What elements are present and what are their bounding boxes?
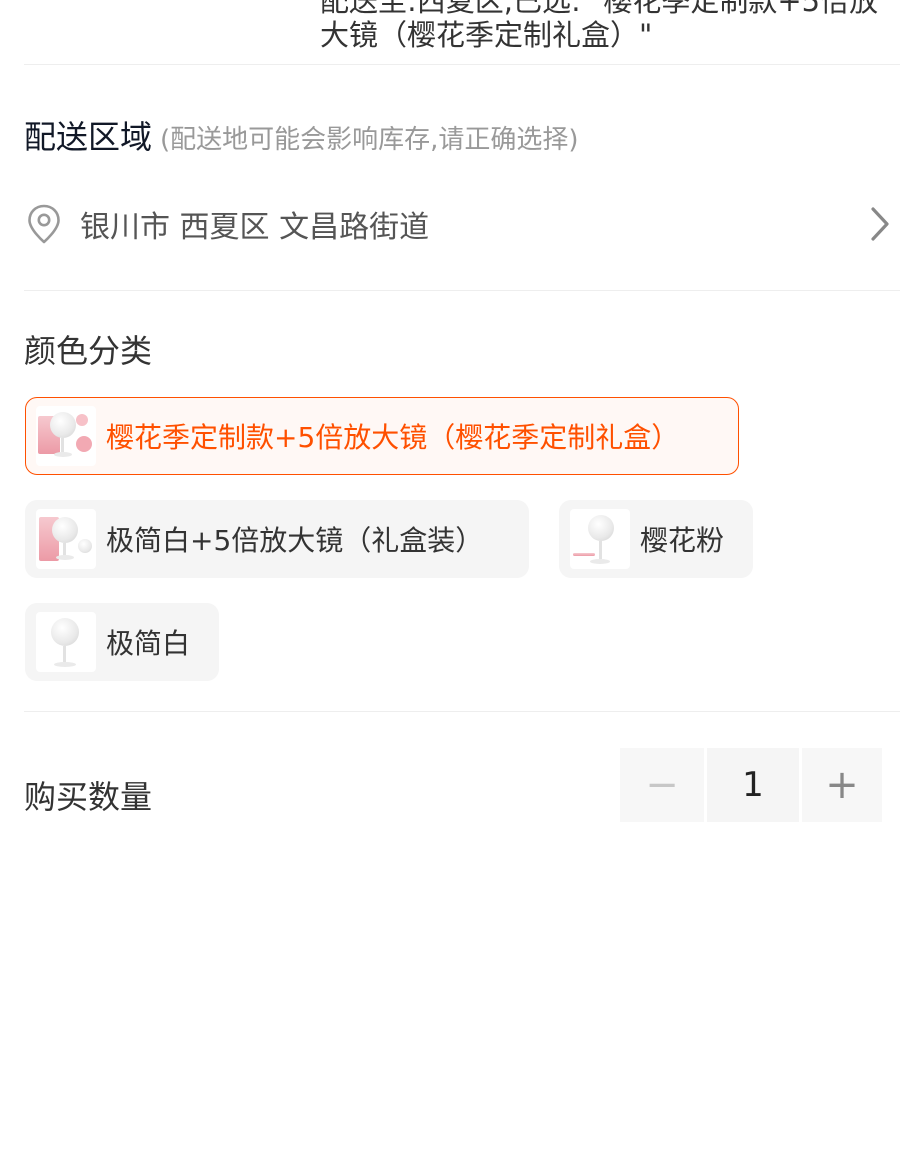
sku-thumbnail-image [570, 509, 630, 569]
divider [24, 64, 900, 65]
address-selector[interactable]: 银川市 西夏区 文昌路街道 [24, 196, 900, 252]
sku-option-label: 樱花粉 [640, 524, 725, 557]
selection-summary: 配送至:西夏区,已选: "樱花季定制款+5倍放 大镜（樱花季定制礼盒）" [320, 0, 900, 52]
delivery-region-title: 配送区域 [24, 118, 153, 156]
selection-summary-line1: 配送至:西夏区,已选: "樱花季定制款+5倍放 [320, 0, 879, 18]
sku-option-label: 极简白 [106, 627, 191, 660]
sku-thumbnail-image [36, 612, 96, 672]
divider [24, 711, 900, 712]
sku-option-label: 极简白+5倍放大镜（礼盒装） [106, 524, 484, 557]
delivery-region-hint: (配送地可能会影响库存,请正确选择) [160, 125, 579, 155]
location-pin-icon [24, 202, 64, 246]
sku-thumbnail-image [36, 509, 96, 569]
sku-thumbnail-image [36, 406, 96, 466]
quantity-decrease-button[interactable]: − [620, 748, 704, 822]
sku-option-sakura-gift-box[interactable]: 樱花季定制款+5倍放大镜（樱花季定制礼盒） [25, 397, 739, 475]
quantity-increase-button[interactable]: + [802, 748, 882, 822]
quantity-label: 购买数量 [24, 778, 153, 816]
sku-option-minimal-white[interactable]: 极简白 [25, 603, 219, 681]
sku-option-sakura-pink[interactable]: 樱花粉 [559, 500, 753, 578]
quantity-stepper[interactable]: − 1 + [620, 748, 882, 822]
sku-option-white-gift-box[interactable]: 极简白+5倍放大镜（礼盒装） [25, 500, 529, 578]
delivery-region-header: 配送区域 (配送地可能会影响库存,请正确选择) [24, 112, 579, 156]
chevron-right-icon [866, 204, 894, 244]
color-section-title: 颜色分类 [24, 332, 153, 370]
divider [24, 290, 900, 291]
quantity-value[interactable]: 1 [707, 748, 799, 822]
sku-option-label: 樱花季定制款+5倍放大镜（樱花季定制礼盒） [106, 421, 680, 454]
selection-summary-line2: 大镜（樱花季定制礼盒）" [320, 18, 653, 52]
address-text: 银川市 西夏区 文昌路街道 [80, 210, 430, 245]
